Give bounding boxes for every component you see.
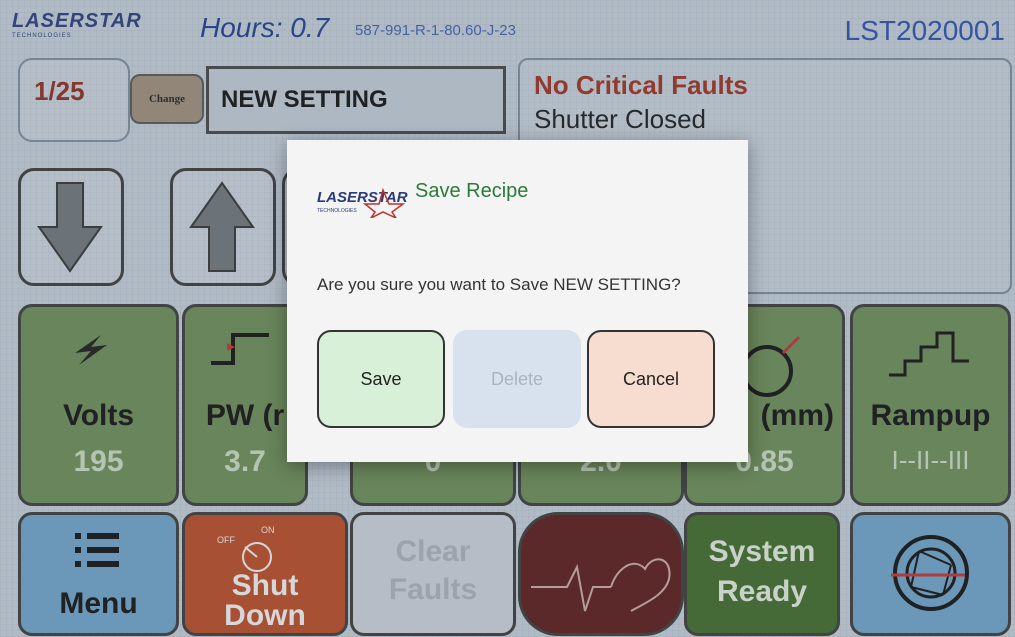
save-button[interactable]: Save [317,330,445,428]
dialog-logo: LASERSTAR TECHNOLOGIES [317,184,413,223]
svg-text:TECHNOLOGIES: TECHNOLOGIES [317,208,357,214]
cancel-button[interactable]: Cancel [587,330,715,428]
delete-button[interactable]: Delete [453,330,581,428]
save-recipe-dialog: LASERSTAR TECHNOLOGIES Save Recipe Are y… [287,140,748,462]
dialog-message: Are you sure you want to Save NEW SETTIN… [317,275,681,294]
dialog-title: Save Recipe [415,180,529,202]
